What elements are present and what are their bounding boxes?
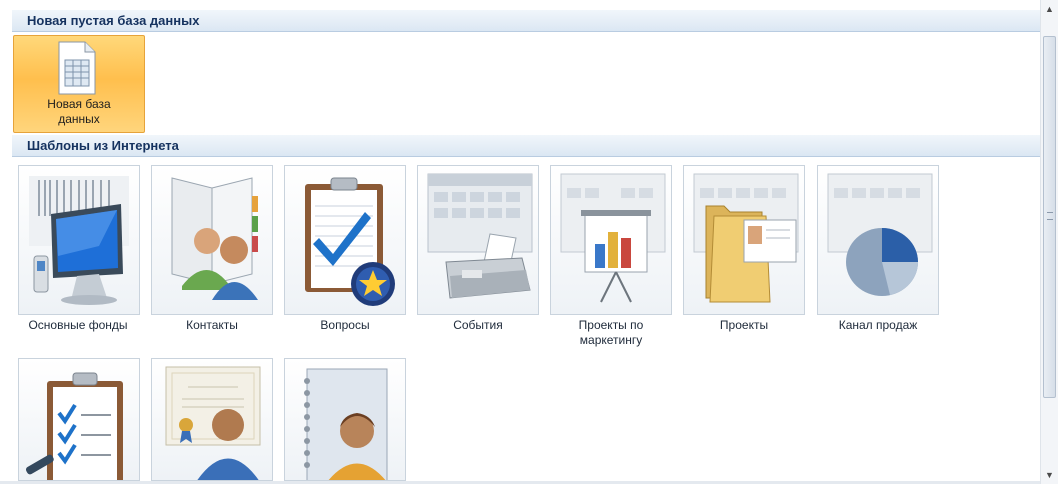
template-gallery: Новая пустая база данных Новая база данн… bbox=[0, 0, 1040, 484]
scroll-up-arrow-icon[interactable]: ▲ bbox=[1041, 0, 1058, 18]
tasks-checklist-icon bbox=[25, 372, 123, 480]
new-blank-database-button[interactable]: Новая база данных bbox=[13, 35, 145, 133]
scroll-down-arrow-icon[interactable]: ▼ bbox=[1041, 466, 1058, 484]
template-tile-assets[interactable] bbox=[18, 165, 140, 315]
template-label: Проекты по маркетингу bbox=[578, 318, 644, 347]
sales-pie-icon bbox=[827, 173, 933, 296]
grip-icon bbox=[1047, 212, 1053, 220]
events-fax-icon bbox=[427, 173, 533, 299]
template-tile-sales-pipeline[interactable] bbox=[817, 165, 939, 315]
template-tile-marketing[interactable] bbox=[550, 165, 672, 315]
template-tile-tasks[interactable] bbox=[18, 358, 140, 481]
template-tile-issues[interactable] bbox=[284, 165, 406, 315]
template-label: Контакты bbox=[186, 318, 238, 332]
faculty-certificate-icon bbox=[165, 366, 261, 480]
section-header-blank-database: Новая пустая база данных bbox=[12, 10, 1040, 32]
section-header-online-templates: Шаблоны из Интернета bbox=[12, 135, 1040, 157]
template-tile-faculty[interactable] bbox=[151, 358, 273, 481]
template-label: Канал продаж bbox=[838, 318, 918, 332]
template-tile-events[interactable] bbox=[417, 165, 539, 315]
template-tile-students[interactable] bbox=[284, 358, 406, 481]
vertical-scrollbar[interactable]: ▲ ▼ bbox=[1040, 0, 1058, 484]
template-label: Проекты bbox=[719, 318, 769, 332]
marketing-chart-icon bbox=[560, 173, 666, 303]
scrollbar-thumb[interactable] bbox=[1043, 36, 1056, 398]
template-label: События bbox=[453, 318, 503, 332]
projects-folder-icon bbox=[693, 173, 799, 303]
students-notebook-icon bbox=[304, 368, 388, 480]
assets-computer-icon bbox=[29, 176, 129, 305]
contacts-people-icon bbox=[171, 177, 258, 300]
template-label: Вопросы bbox=[320, 318, 370, 332]
template-tile-projects[interactable] bbox=[683, 165, 805, 315]
issues-clipboard-icon bbox=[305, 177, 395, 306]
template-tile-contacts[interactable] bbox=[151, 165, 273, 315]
section-title: Новая пустая база данных bbox=[27, 13, 200, 28]
template-label: Основные фонды bbox=[28, 318, 128, 332]
new-database-label: Новая база данных bbox=[47, 97, 111, 126]
section-title: Шаблоны из Интернета bbox=[27, 138, 179, 153]
new-database-document-icon bbox=[58, 41, 96, 95]
